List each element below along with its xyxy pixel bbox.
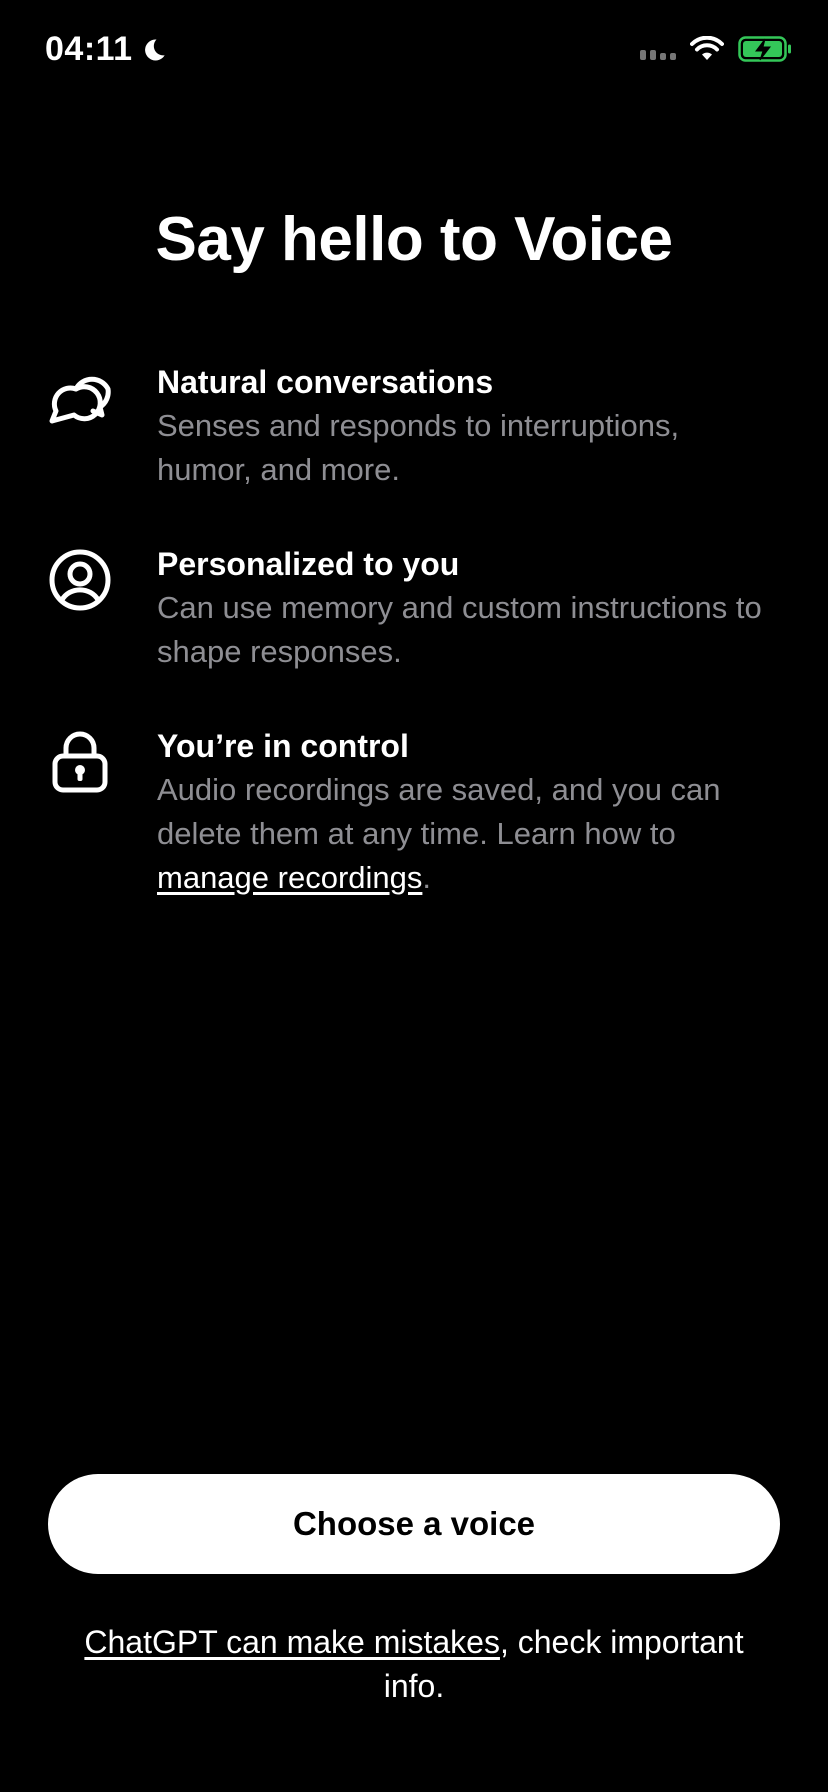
feature-description: Senses and responds to interruptions, hu…	[157, 408, 680, 487]
page-title: Say hello to Voice	[155, 205, 673, 274]
user-circle-icon	[49, 549, 111, 611]
manage-recordings-link[interactable]: manage recordings	[157, 860, 422, 895]
chatgpt-mistakes-link[interactable]: ChatGPT can make mistakes	[84, 1624, 500, 1660]
feature-description: Can use memory and custom instructions t…	[157, 590, 762, 669]
battery-charging-icon	[738, 36, 791, 62]
status-bar: 04:11	[0, 0, 828, 100]
choose-voice-button[interactable]: Choose a voice	[48, 1474, 780, 1574]
wifi-icon	[690, 36, 724, 60]
disclaimer: ChatGPT can make mistakes, check importa…	[60, 1620, 768, 1708]
chat-bubbles-icon	[49, 376, 111, 424]
feature-title: Personalized to you	[157, 546, 460, 582]
feature-title: You’re in control	[157, 728, 409, 764]
feature-title: Natural conversations	[157, 364, 494, 400]
feature-text: Personalized to you Can use memory and c…	[157, 542, 778, 674]
feature-text: Natural conversations Senses and respond…	[157, 360, 778, 492]
status-time-group: 04:11	[45, 30, 167, 69]
status-time: 04:11	[45, 30, 133, 68]
lock-icon	[52, 731, 108, 793]
moon-icon	[144, 38, 165, 60]
feature-description-prefix: Audio recordings are saved, and you can …	[157, 772, 721, 851]
feature-description: Audio recordings are saved, and you can …	[157, 768, 778, 900]
feature-text: You’re in control Audio recordings are s…	[157, 724, 778, 900]
feature-description-suffix: .	[422, 860, 432, 895]
status-icons	[640, 36, 792, 62]
signal-icon	[640, 38, 676, 60]
